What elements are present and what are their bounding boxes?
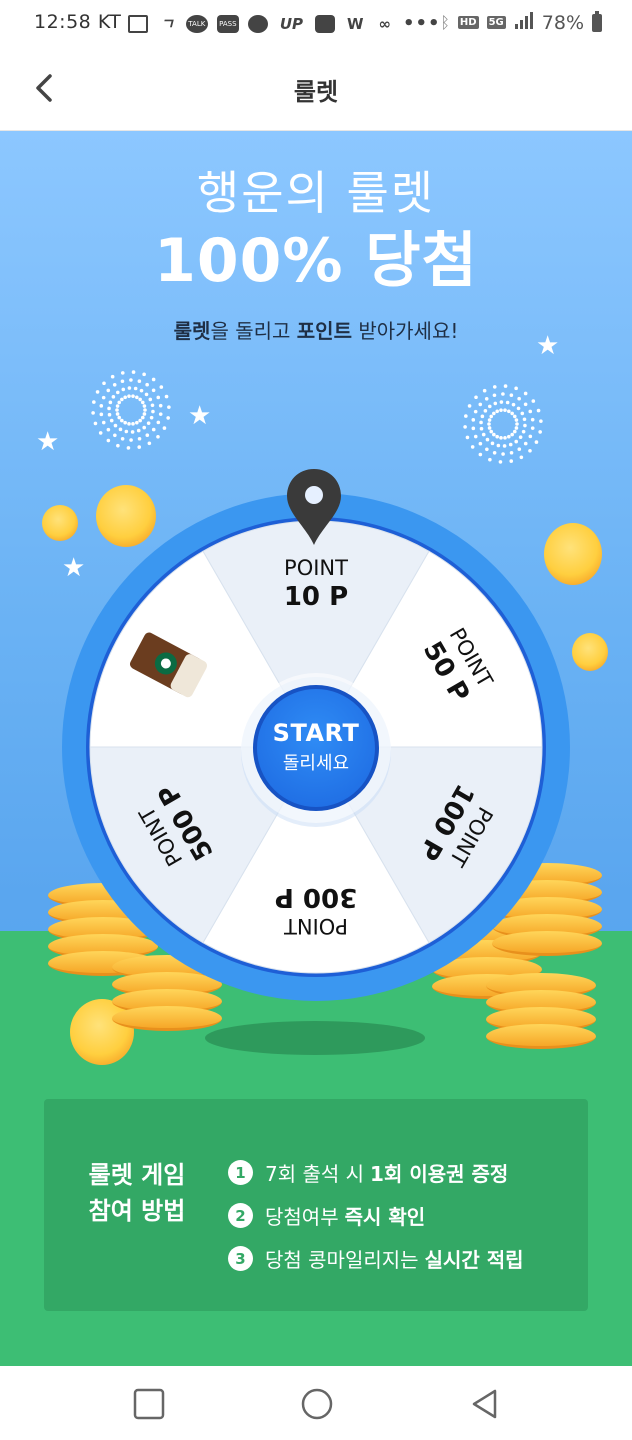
headline-line2: 100% 당첨 (154, 226, 478, 296)
app-bar: 룰렛 (0, 48, 632, 131)
start-button[interactable]: START 돌리세요 (253, 685, 379, 811)
status-notification-icons: ㄱ TALK PASS UP W ∞ ••• (128, 13, 441, 34)
pay-icon: ㄱ (160, 15, 174, 33)
sy-app-icon (315, 14, 335, 33)
system-nav-bar (0, 1366, 632, 1440)
headline-line1: 행운의 룰렛 (196, 166, 436, 220)
firework-icon (463, 384, 543, 464)
c-app-icon (247, 14, 268, 33)
battery-icon (592, 10, 602, 32)
segment-value: 300 P (275, 882, 357, 912)
headline: 행운의 룰렛 100% 당첨 룰렛을 돌리고 포인트 받아가세요! (0, 163, 632, 344)
map-pin-icon (287, 469, 341, 545)
status-system-icons: ᛒ HD 5G 78% (440, 10, 602, 34)
wheel-shadow (205, 1021, 425, 1055)
back-nav-icon[interactable] (468, 1387, 502, 1421)
segment-value: 10 P (284, 582, 348, 612)
star-icon: ★ (36, 427, 60, 457)
segment-label: POINT (284, 556, 348, 580)
firework-icon (91, 370, 171, 450)
battery-percent: 78% (541, 11, 584, 34)
up-icon: UP (279, 14, 303, 33)
star-icon: ★ (188, 401, 212, 431)
how-to-play-box: 룰렛 게임 참여 방법 1 7회 출석 시 1회 이용권 증정 2 당첨여부 즉시 확인… (44, 1099, 588, 1311)
start-sublabel: 돌리세요 (282, 753, 350, 774)
status-bar: 12:58 KT ㄱ TALK PASS UP W ∞ ••• ᛒ HD 5G … (0, 0, 632, 48)
coin-icon (572, 633, 608, 671)
link-icon: ∞ (378, 14, 392, 33)
segment-label: POINT (284, 914, 348, 938)
start-label: START (272, 719, 360, 747)
list-item: 1 7회 출석 시 1회 이용권 증정 (228, 1151, 524, 1194)
roulette-stage: 행운의 룰렛 100% 당첨 룰렛을 돌리고 포인트 받아가세요! ★ ★ ★ … (0, 131, 632, 1366)
page-title: 룰렛 (293, 78, 339, 106)
more-notifications-icon: ••• (403, 13, 441, 34)
w-app-icon: W (347, 14, 364, 33)
star-icon: ★ (536, 331, 560, 361)
list-item: 3 당첨 콩마일리지는 실시간 적립 (228, 1237, 524, 1280)
message-icon (128, 14, 148, 33)
network-5g-icon: 5G (486, 16, 506, 29)
status-time: 12:58 KT (34, 11, 122, 33)
how-to-play-title: 룰렛 게임 참여 방법 (88, 1161, 186, 1225)
recents-icon[interactable] (132, 1387, 166, 1421)
signal-icon (514, 11, 534, 34)
hd-icon: HD (457, 16, 479, 29)
kakaotalk-icon: TALK (185, 14, 208, 33)
list-item: 2 당첨여부 즉시 확인 (228, 1194, 524, 1237)
bluetooth-icon: ᛒ (440, 13, 450, 32)
home-icon[interactable] (300, 1387, 334, 1421)
pass-icon: PASS (216, 14, 239, 33)
how-to-play-list: 1 7회 출석 시 1회 이용권 증정 2 당첨여부 즉시 확인 3 당첨 콩마일리지는 실… (228, 1151, 524, 1280)
